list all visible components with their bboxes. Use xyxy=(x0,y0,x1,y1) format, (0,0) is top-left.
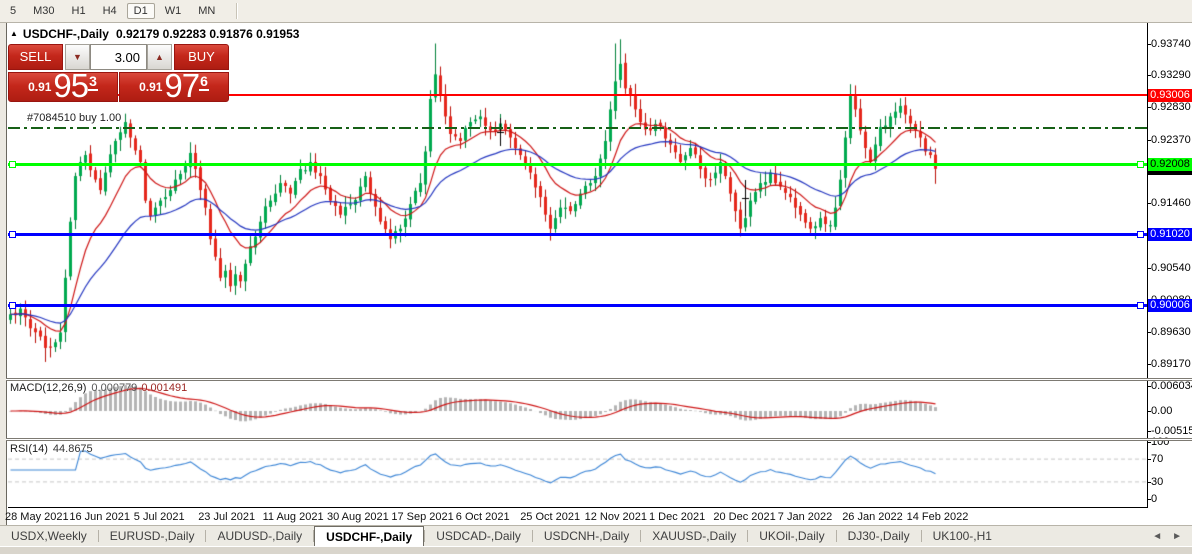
timeframe-toolbar: 5 M30 H1 H4 D1 W1 MN xyxy=(0,0,1192,23)
rsi-tick-label: 0 xyxy=(1151,493,1158,505)
timeframe-button-h1[interactable]: H1 xyxy=(65,3,93,19)
buy-price-pips: 97 xyxy=(164,67,200,104)
support-line-blue-1[interactable] xyxy=(8,232,1147,236)
date-label: 5 Jul 2021 xyxy=(133,511,185,523)
rsi-pane-separator[interactable] xyxy=(6,438,1192,441)
price-tick-label: 0.93740 xyxy=(1151,37,1191,50)
timeframe-button-h4[interactable]: H4 xyxy=(96,3,124,19)
price-tick-label: 0.92370 xyxy=(1151,133,1191,146)
timeframe-button-m30[interactable]: M30 xyxy=(26,3,61,19)
application-window: 5 M30 H1 H4 D1 W1 MN ▲ USDCHF-,Daily 0.92179 0.9… xyxy=(0,0,1192,554)
timeframe-button-mn[interactable]: MN xyxy=(191,3,222,19)
support-line-blue-2[interactable] xyxy=(8,303,1147,307)
rsi-name: RSI(14) xyxy=(10,443,48,455)
sell-price-pips: 95 xyxy=(53,67,89,104)
tab-scroll-left-icon[interactable]: ◄ xyxy=(1152,531,1162,542)
chart-tab-usdx[interactable]: USDX,Weekly xyxy=(0,526,98,546)
date-label: 23 Jul 2021 xyxy=(198,511,256,523)
chart-tab-usdcad-[interactable]: USDCAD-,Daily xyxy=(425,526,532,546)
chart-tab-usdcnh-[interactable]: USDCNH-,Daily xyxy=(533,526,640,546)
chart-tab-eurusd-[interactable]: EURUSD-,Daily xyxy=(99,526,206,546)
macd-tick-label: 0.00 xyxy=(1151,405,1173,417)
toolbar-separator xyxy=(236,3,239,19)
chart-tabs-bar: USDX,Weekly EURUSD-,Daily AUDUSD-,Daily USD… xyxy=(0,525,1192,546)
date-label: 12 Nov 2021 xyxy=(584,511,647,523)
chart-symbol-label: USDCHF-,Daily xyxy=(22,27,109,41)
buy-price-fraction: 6 xyxy=(199,73,209,91)
buy-price-base: 0.91 xyxy=(139,80,163,94)
rsi-tick-label: 30 xyxy=(1151,476,1164,488)
price-badge-0.92008: 0.92008 xyxy=(1148,158,1192,172)
chart-tab-xauusd-[interactable]: XAUUSD-,Daily xyxy=(641,526,747,546)
chart-tab-dj30-[interactable]: DJ30-,Daily xyxy=(837,526,921,546)
collapse-panel-icon[interactable]: ▲ xyxy=(10,29,18,38)
date-label: 28 May 2021 xyxy=(5,511,69,523)
line-handle[interactable] xyxy=(1137,230,1144,238)
date-label: 16 Jun 2021 xyxy=(69,511,130,523)
tab-scroll-right-icon[interactable]: ► xyxy=(1172,531,1182,542)
date-label: 26 Jan 2022 xyxy=(842,511,903,523)
arrow-down-icon: ▼ xyxy=(73,52,82,62)
macd-value-main: 0.000779 xyxy=(91,382,138,394)
chart-tab-usdchf-[interactable]: USDCHF-,Daily xyxy=(314,526,425,546)
price-tick-label: 0.89630 xyxy=(1151,325,1191,338)
macd-value-signal: 0.001491 xyxy=(141,382,188,394)
timeframe-button-5[interactable]: 5 xyxy=(3,3,23,19)
price-tick-label: 0.92830 xyxy=(1151,101,1191,114)
date-label: 7 Jan 2022 xyxy=(777,511,833,523)
macd-pane-separator[interactable] xyxy=(6,378,1192,381)
open-position-label: #7084510 buy 1.00 xyxy=(27,112,122,124)
volume-input[interactable] xyxy=(90,44,147,70)
one-click-trading-widget: SELL ▼ ▲ BUY 0.91 95 3 0.91 97 6 xyxy=(8,44,229,102)
date-label: 14 Feb 2022 xyxy=(906,511,969,523)
chart-tab-ukoil-[interactable]: UKOil-,Daily xyxy=(748,526,835,546)
time-axis-line xyxy=(8,507,1148,508)
price-tick-label: 0.91460 xyxy=(1151,197,1191,210)
price-badge-0.91020: 0.91020 xyxy=(1148,227,1192,241)
line-handle[interactable] xyxy=(1137,301,1144,309)
line-handle[interactable] xyxy=(1137,161,1144,169)
date-label: 25 Oct 2021 xyxy=(520,511,581,523)
line-handle[interactable] xyxy=(9,301,16,309)
rsi-tick-label: 70 xyxy=(1151,453,1164,465)
sell-price-panel[interactable]: 0.91 95 3 xyxy=(8,67,118,104)
price-tick-label: 0.93290 xyxy=(1151,69,1191,82)
date-label: 20 Dec 2021 xyxy=(713,511,776,523)
macd-tick-label: 0.006034 xyxy=(1151,380,1192,392)
date-label: 30 Aug 2021 xyxy=(327,511,389,523)
price-badge-0.90006: 0.90006 xyxy=(1148,298,1192,312)
support-line-green[interactable] xyxy=(8,163,1147,167)
line-handle[interactable] xyxy=(9,161,16,169)
macd-indicator-label: MACD(12,26,9) 0.000779 0.001491 xyxy=(10,382,187,394)
sell-price-base: 0.91 xyxy=(28,80,52,94)
price-badge-0.93006: 0.93006 xyxy=(1148,88,1192,102)
line-handle[interactable] xyxy=(9,230,16,238)
date-label: 6 Oct 2021 xyxy=(455,511,510,523)
rsi-indicator-label: RSI(14) 44.8675 xyxy=(10,443,93,455)
date-label: 17 Sep 2021 xyxy=(391,511,454,523)
status-bar xyxy=(0,546,1192,554)
chart-ohlc-values: 0.92179 0.92283 0.91876 0.91953 xyxy=(115,27,300,41)
date-label: 11 Aug 2021 xyxy=(262,511,324,523)
chart-tab-uk100-[interactable]: UK100-,H1 xyxy=(922,526,1003,546)
sell-price-fraction: 3 xyxy=(88,73,98,91)
chart-title: ▲ USDCHF-,Daily 0.92179 0.92283 0.91876 0.… xyxy=(10,27,299,41)
timeframe-button-w1[interactable]: W1 xyxy=(158,3,189,19)
price-tick-label: 0.89170 xyxy=(1151,358,1191,371)
price-tick-label: 0.90540 xyxy=(1151,261,1191,274)
arrow-up-icon: ▲ xyxy=(155,52,164,62)
macd-name: MACD(12,26,9) xyxy=(10,382,87,394)
timeframe-button-d1[interactable]: D1 xyxy=(126,3,155,19)
buy-price-panel[interactable]: 0.91 97 6 xyxy=(119,67,229,104)
date-label: 1 Dec 2021 xyxy=(649,511,706,523)
trade-open-line[interactable] xyxy=(8,127,1147,130)
tab-scroll-arrows: ◄ ► xyxy=(1152,526,1182,546)
chart-tab-audusd-[interactable]: AUDUSD-,Daily xyxy=(206,526,313,546)
rsi-value: 44.8675 xyxy=(52,443,93,455)
